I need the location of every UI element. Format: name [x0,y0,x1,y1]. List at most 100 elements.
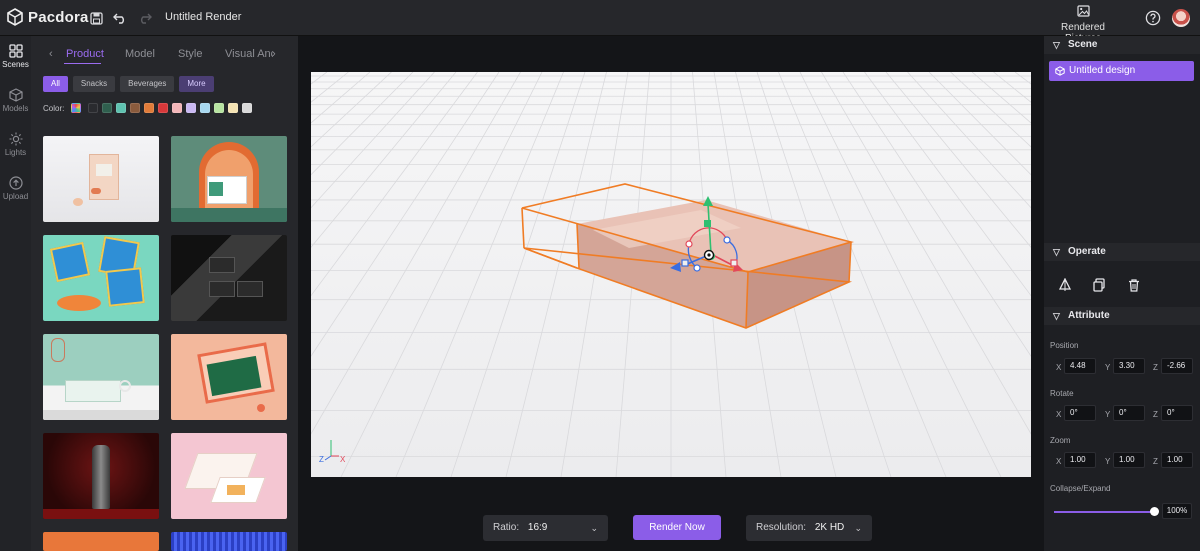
document-title[interactable]: Untitled Render [165,11,241,23]
category-filters: All Snacks Beverages More [43,76,214,92]
thumbnail-card[interactable] [43,136,159,222]
thumbnail-card[interactable] [171,334,287,420]
flip-icon[interactable] [1058,277,1072,292]
thumbnail-card[interactable] [171,136,287,222]
axis-y-label: Y [1105,363,1111,372]
zoom-x-field[interactable]: 1.00 [1064,452,1096,468]
color-swatch[interactable] [102,103,113,114]
thumbnail-card[interactable] [43,334,159,420]
tabs-scroll-right-icon[interactable]: › [272,48,276,60]
pacdora-logo-icon [7,8,23,26]
3d-scene[interactable]: Z X [311,72,1031,477]
tab-model[interactable]: Model [125,48,155,60]
rotate-x-field[interactable]: 0° [1064,405,1096,421]
collapse-expand-value[interactable]: 100% [1162,503,1192,519]
color-label: Color: [43,103,65,113]
tab-style[interactable]: Style [178,48,202,60]
filter-all[interactable]: All [43,76,68,92]
color-swatch[interactable] [88,103,99,114]
scene-section-header[interactable]: ▽ Scene [1044,36,1200,54]
rotate-y-field[interactable]: 0° [1113,405,1145,421]
slider-handle[interactable] [1150,507,1159,516]
tab-visual-anc[interactable]: Visual Anc [225,48,273,60]
redo-icon[interactable] [137,10,153,26]
color-swatch[interactable] [214,103,225,114]
resolution-select[interactable]: Resolution: 2K HD ⌄ [746,515,872,541]
rail-item-models[interactable]: Models [0,88,31,113]
ratio-select[interactable]: Ratio: 16:9 ⌄ [483,515,608,541]
duplicate-icon[interactable] [1092,278,1106,292]
chevron-down-icon: ▽ [1053,40,1060,50]
ratio-value: 16:9 [527,522,548,533]
sun-icon [9,132,22,146]
position-label: Position [1050,341,1079,350]
axis-label-x: X [340,455,346,464]
filter-more[interactable]: More [179,76,214,92]
zoom-z-field[interactable]: 1.00 [1161,452,1193,468]
rail-label-scenes: Scenes [2,60,29,69]
tab-product[interactable]: Product [66,48,104,60]
thumbnail-card[interactable] [171,532,287,551]
position-z-field[interactable]: -2.66 [1161,358,1193,374]
cube-icon [1055,66,1065,76]
render-toolbar: Ratio: 16:9 ⌄ Render Now Resolution: 2K … [298,506,1044,551]
axis-y-label: Y [1105,457,1111,466]
3d-canvas[interactable]: Z X [311,72,1031,477]
image-gallery-icon [1076,5,1090,17]
color-swatch[interactable] [158,103,169,114]
active-tab-indicator [64,63,101,64]
zoom-y-field[interactable]: 1.00 [1113,452,1145,468]
axis-x-label: X [1056,457,1062,466]
swatch-multicolor[interactable] [71,103,82,114]
scene-item-untitled-design[interactable]: Untitled design [1049,61,1194,81]
resolution-label: Resolution: [756,522,807,533]
rotate-label: Rotate [1050,389,1074,398]
thumbnail-card[interactable] [43,532,159,551]
app-logo[interactable]: Pacdora [7,8,89,26]
color-filter: Color: [43,102,283,114]
attribute-section-header[interactable]: ▽ Attribute [1044,307,1200,325]
chevron-down-icon: ▽ [1053,247,1060,257]
color-swatch[interactable] [200,103,211,114]
render-now-button[interactable]: Render Now [633,515,721,540]
tabs-scroll-left-icon[interactable]: ‹ [49,48,53,60]
avatar[interactable] [1172,9,1190,27]
position-y-field[interactable]: 3.30 [1113,358,1145,374]
scene-title: Scene [1068,39,1098,50]
axis-label-z: Z [319,455,324,464]
position-x-field[interactable]: 4.48 [1064,358,1096,374]
help-icon[interactable] [1145,10,1161,26]
undo-icon[interactable] [112,10,128,26]
thumbnail-card[interactable] [43,235,159,321]
properties-panel: ▽ Scene Untitled design ▽ Operate ▽ Attr… [1044,36,1200,551]
cloud-upload-icon [8,176,23,190]
collapse-expand-slider[interactable] [1054,507,1159,516]
ratio-label: Ratio: [493,522,520,533]
color-swatch[interactable] [172,103,183,114]
axis-y-label: Y [1105,410,1111,419]
axis-z-label: Z [1153,457,1158,466]
rail-item-lights[interactable]: Lights [0,132,31,157]
operate-section-header[interactable]: ▽ Operate [1044,243,1200,261]
color-swatch[interactable] [186,103,197,114]
filter-snacks[interactable]: Snacks [72,76,116,92]
color-swatch[interactable] [116,103,127,114]
left-rail: Scenes Models Lights Upload [0,36,31,551]
save-icon[interactable] [88,10,104,26]
thumbnail-card[interactable] [171,433,287,519]
color-swatch[interactable] [144,103,155,114]
color-swatch[interactable] [242,103,253,114]
rotate-z-field[interactable]: 0° [1161,405,1193,421]
delete-icon[interactable] [1127,278,1141,292]
swatch-list [88,102,256,114]
rail-item-scenes[interactable]: Scenes [0,44,31,69]
color-swatch[interactable] [228,103,239,114]
color-swatch[interactable] [130,103,141,114]
thumbnail-card[interactable] [43,433,159,519]
library-panel: ‹ Product Model Style Visual Anc › All S… [31,36,298,551]
operate-title: Operate [1068,246,1106,257]
filter-beverages[interactable]: Beverages [120,76,175,92]
thumbnail-card[interactable] [171,235,287,321]
slider-fill [1054,511,1154,513]
rail-item-upload[interactable]: Upload [0,176,31,201]
